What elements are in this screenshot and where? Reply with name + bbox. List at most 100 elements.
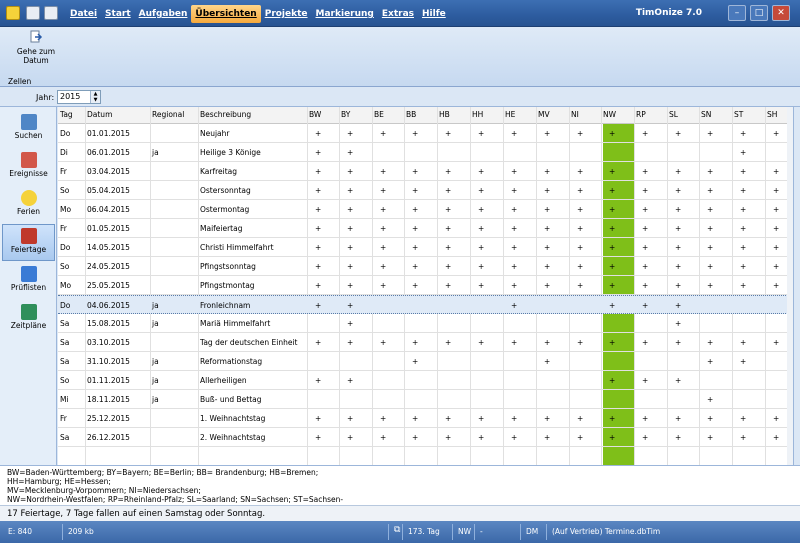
column-header-0[interactable]: Tag [60,110,73,119]
table-cell: 03.10.2015 [87,338,130,347]
column-header-10[interactable]: HE [505,110,515,119]
column-header-1[interactable]: Datum [87,110,112,119]
column-header-15[interactable]: SL [669,110,678,119]
table-cell: + [577,414,584,423]
sidebar-item-0[interactable]: Suchen [2,110,55,147]
sidebar-item-1[interactable]: Ereignisse [2,148,55,185]
column-header-12[interactable]: NI [571,110,579,119]
table-cell: + [315,338,322,347]
table-cell: + [445,167,452,176]
column-header-4[interactable]: BW [309,110,321,119]
column-header-7[interactable]: BB [406,110,416,119]
table-row[interactable]: Sa 03.10.2015 Tag der deutschen Einheit + + +… [58,333,793,352]
sidebar-item-5[interactable]: Zeitpläne [2,300,55,337]
menu-item-2[interactable]: Aufgaben [135,5,192,23]
app-logo-icon[interactable] [6,6,20,20]
table-cell: + [642,262,649,271]
print-icon[interactable] [44,6,58,20]
table-cell: + [675,167,682,176]
maximize-button[interactable]: □ [750,5,768,21]
column-header-5[interactable]: BY [341,110,350,119]
table-cell: + [609,205,616,214]
table-cell: + [347,301,354,310]
column-header-3[interactable]: Beschreibung [200,110,251,119]
table-cell: + [707,243,714,252]
column-header-2[interactable]: Regional [152,110,184,119]
column-header-17[interactable]: ST [734,110,743,119]
table-row[interactable]: Fr 03.04.2015 Karfreitag + + + + + + + + + + + + + + + [58,162,793,181]
table-cell: ja [152,319,159,328]
table-cell: 1. Weihnachtstag [200,414,266,423]
table-cell: 01.01.2015 [87,129,130,138]
status-dash: - [480,527,483,536]
table-cell: + [675,243,682,252]
column-header-11[interactable]: MV [538,110,550,119]
table-row[interactable]: Do 04.06.2015 ja Fronleichnam + + + + + + [58,295,793,314]
table-row[interactable]: Fr 25.12.2015 1. Weihnachtstag + + + + + + + + + + + +… [58,409,793,428]
table-row[interactable]: So 05.04.2015 Ostersonntag + + + + + + + + + + + + + + + [58,181,793,200]
table-cell: + [707,129,714,138]
table-row[interactable]: Mo 25.05.2015 Pfingstmontag + + + + + + + + + + + + + + + [58,276,793,295]
column-header-16[interactable]: SN [701,110,711,119]
table-cell: 06.01.2015 [87,148,130,157]
menu-item-4[interactable]: Projekte [261,5,312,23]
table-cell: + [544,262,551,271]
table-cell: + [478,224,485,233]
table-cell: Sa [60,357,70,366]
column-header-9[interactable]: HH [472,110,483,119]
column-header-8[interactable]: HB [439,110,450,119]
column-header-14[interactable]: RP [636,110,646,119]
sidebar-item-4[interactable]: Prüflisten [2,262,55,299]
table-row[interactable]: Do 01.01.2015 Neujahr + + + + + + + + + + + + + + + [58,124,793,143]
year-input[interactable]: 2015 ▲ ▼ [57,90,101,104]
table-cell: + [412,186,419,195]
table-cell: + [544,205,551,214]
save-icon[interactable] [26,6,40,20]
table-row[interactable]: Mi 18.11.2015 ja Buß- und Bettag + [58,390,793,409]
menu-item-3[interactable]: Übersichten [191,5,261,23]
table-cell: + [577,281,584,290]
table-row[interactable]: Mo 06.04.2015 Ostermontag + + + + + + + + + + + + + + + [58,200,793,219]
menu-item-7[interactable]: Hilfe [418,5,450,23]
table-cell: ja [152,301,159,310]
sidebar-label-0: Suchen [14,131,43,140]
goto-date-button[interactable]: Gehe zum Datum [10,30,62,72]
table-cell: Neujahr [200,129,230,138]
column-header-18[interactable]: SH [767,110,777,119]
sidebar-item-2[interactable]: Ferien [2,186,55,223]
menu-item-1[interactable]: Start [101,5,135,23]
table-cell: + [642,301,649,310]
sidebar-label-3: Feiertage [10,245,47,254]
column-header-13[interactable]: NW [603,110,616,119]
table-cell: + [707,281,714,290]
vertical-scrollbar[interactable] [787,107,793,465]
table-row[interactable]: So 01.11.2015 ja Allerheiligen + + + + + [58,371,793,390]
menu-item-6[interactable]: Extras [378,5,418,23]
table-cell: + [511,262,518,271]
table-cell: + [577,224,584,233]
close-button[interactable]: ✕ [772,5,790,21]
table-cell: + [315,186,322,195]
table-row[interactable]: Sa 26.12.2015 2. Weihnachtstag + + + + + + + + + + + +… [58,428,793,447]
table-row[interactable]: Do 14.05.2015 Christi Himmelfahrt + + + + + + + + +… [58,238,793,257]
table-row[interactable]: Sa 31.10.2015 ja Reformationstag + + + + [58,352,793,371]
menu-item-0[interactable]: Datei [66,5,101,23]
table-cell: + [511,243,518,252]
table-cell: + [609,376,616,385]
table-cell: + [707,262,714,271]
table-row[interactable]: Fr 01.05.2015 Maifeiertag + + + + + + + + + + + + + + + [58,219,793,238]
spin-down-icon[interactable]: ▼ [91,97,100,103]
column-header-6[interactable]: BE [374,110,384,119]
menu-item-5[interactable]: Markierung [312,5,378,23]
year-spinner[interactable]: ▲ ▼ [90,91,100,103]
table-cell: 03.04.2015 [87,167,130,176]
sidebar-item-3[interactable]: Feiertage [2,224,55,261]
table-cell: + [773,205,780,214]
minimize-button[interactable]: – [728,5,746,21]
table-cell: + [380,243,387,252]
table-cell: + [445,186,452,195]
table-row[interactable]: So 24.05.2015 Pfingstsonntag + + + + + + + + + + + + + +… [58,257,793,276]
table-row[interactable]: Sa 15.08.2015 ja Mariä Himmelfahrt + + [58,314,793,333]
table-cell: + [445,414,452,423]
table-row[interactable]: Di 06.01.2015 ja Heilige 3 Könige + + + [58,143,793,162]
